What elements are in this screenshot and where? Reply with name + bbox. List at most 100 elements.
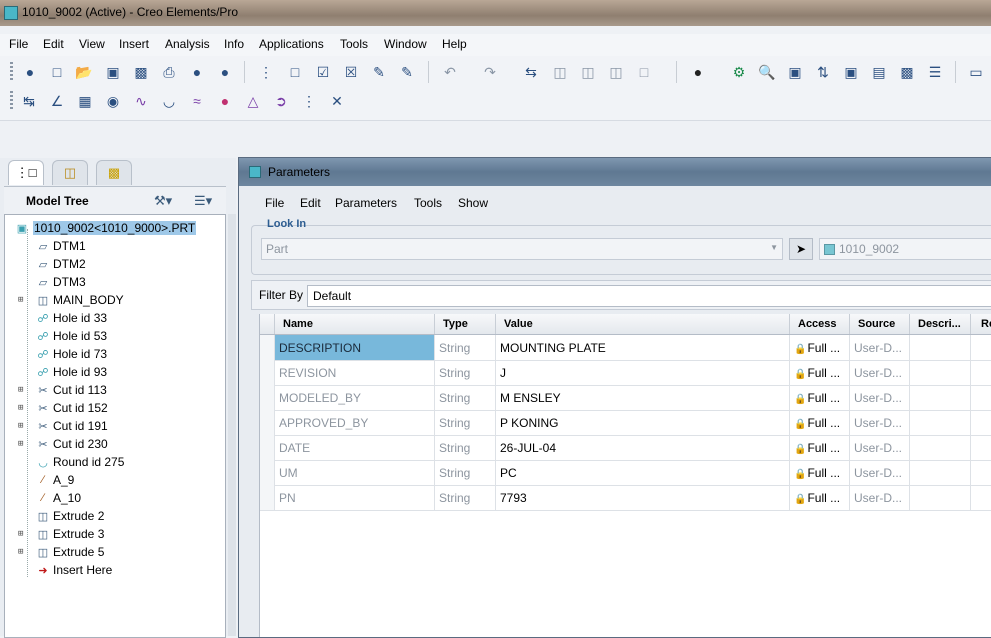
settings-icon[interactable]: ⚒▾	[154, 193, 172, 209]
favorites-tab[interactable]: ▩	[96, 160, 132, 185]
cell-type[interactable]: String	[434, 435, 495, 460]
dialog-menu-show[interactable]: Show	[458, 196, 488, 210]
menu-info[interactable]: Info	[224, 37, 244, 51]
cell-source[interactable]: User-D...	[849, 385, 909, 410]
save-copy-icon[interactable]: ▣	[103, 62, 123, 82]
mass-icon[interactable]: ◉	[103, 91, 123, 111]
cell-access[interactable]: 🔒Full ...	[789, 460, 849, 485]
cell-type[interactable]: String	[434, 460, 495, 485]
tree-item[interactable]: ▣ 1010_9002<1010_9000>.PRT	[5, 219, 223, 237]
expand-icon[interactable]: ⊞	[18, 439, 23, 449]
cell-source[interactable]: User-D...	[849, 335, 909, 360]
undo-icon[interactable]: ↶	[440, 62, 460, 82]
redo-icon[interactable]: ↷	[480, 62, 500, 82]
tree-item[interactable]: ▱ DTM2	[5, 255, 223, 273]
model-tree[interactable]: ▣ 1010_9002<1010_9000>.PRT ▱ DTM1 ▱ DTM2…	[4, 214, 226, 638]
menu-tools[interactable]: Tools	[340, 37, 368, 51]
tree-item[interactable]: ⊞ ◫ Extrude 3	[5, 525, 223, 543]
tree-item[interactable]: ⊞ ◫ MAIN_BODY	[5, 291, 223, 309]
menu-file[interactable]: File	[9, 37, 28, 51]
tree-item[interactable]: ☍ Hole id 53	[5, 327, 223, 345]
cell-value[interactable]: 26-JUL-04	[495, 435, 789, 460]
regenerate-icon[interactable]: ☒	[341, 62, 361, 82]
expand-icon[interactable]: ⊞	[18, 403, 23, 413]
cell-access[interactable]: 🔒Full ...	[789, 385, 849, 410]
cell-restricted[interactable]	[970, 360, 991, 385]
column-header-description[interactable]: Descri...	[909, 314, 970, 334]
dialog-menu-tools[interactable]: Tools	[414, 196, 442, 210]
expand-icon[interactable]: ⊞	[18, 421, 23, 431]
tree-item[interactable]: ☍ Hole id 73	[5, 345, 223, 363]
column-header-restricted[interactable]: Re	[970, 314, 991, 334]
tree-item[interactable]: ☍ Hole id 93	[5, 363, 223, 381]
wave-icon[interactable]: ≈	[187, 91, 207, 111]
cell-access[interactable]: 🔒Full ...	[789, 485, 849, 510]
tree-item[interactable]: ⊞ ✂ Cut id 191	[5, 417, 223, 435]
cell-description[interactable]	[909, 385, 970, 410]
cell-type[interactable]: String	[434, 410, 495, 435]
paste-icon[interactable]: ◫	[550, 62, 570, 82]
clipboard-icon[interactable]: ◫	[606, 62, 626, 82]
copy-icon[interactable]: ⇆	[521, 62, 541, 82]
toolbar-grip[interactable]	[10, 91, 13, 111]
tree-item[interactable]: ⊞ ✂ Cut id 230	[5, 435, 223, 453]
dialog-menu-parameters[interactable]: Parameters	[335, 196, 397, 210]
cell-access[interactable]: 🔒Full ...	[789, 360, 849, 385]
datum-icon[interactable]: ⚙	[729, 62, 749, 82]
appearance-icon[interactable]: ☰	[925, 62, 945, 82]
refs-icon[interactable]: ⋮	[299, 91, 319, 111]
cell-description[interactable]	[909, 435, 970, 460]
cell-type[interactable]: String	[434, 335, 495, 360]
cell-restricted[interactable]	[970, 385, 991, 410]
tree-item[interactable]: ☍ Hole id 33	[5, 309, 223, 327]
tree-item[interactable]: ⊞ ✂ Cut id 113	[5, 381, 223, 399]
tree-item[interactable]: ◫ Extrude 2	[5, 507, 223, 525]
look-in-object-field[interactable]: 1010_9002	[819, 238, 991, 260]
edit-icon[interactable]: ✎	[397, 62, 417, 82]
cell-type[interactable]: String	[434, 485, 495, 510]
model-tree-tab[interactable]: ⋮□	[8, 160, 44, 185]
cell-value[interactable]: PC	[495, 460, 789, 485]
send-icon[interactable]: ⎙	[159, 62, 179, 82]
cell-source[interactable]: User-D...	[849, 485, 909, 510]
surface-icon[interactable]: ◡	[159, 91, 179, 111]
cell-access[interactable]: 🔒Full ...	[789, 335, 849, 360]
cell-description[interactable]	[909, 360, 970, 385]
cell-source[interactable]: User-D...	[849, 360, 909, 385]
cell-source[interactable]: User-D...	[849, 460, 909, 485]
menu-edit[interactable]: Edit	[43, 37, 64, 51]
table-row[interactable]: UM String PC 🔒Full ... User-D...	[260, 460, 991, 486]
menu-window[interactable]: Window	[384, 37, 427, 51]
tools-icon[interactable]: ✕	[327, 91, 347, 111]
zoom-in-icon[interactable]: 🔍	[757, 62, 777, 82]
cell-restricted[interactable]	[970, 435, 991, 460]
cell-value[interactable]: J	[495, 360, 789, 385]
dialog-menu-file[interactable]: File	[265, 196, 284, 210]
manager-icon[interactable]: ✎	[369, 62, 389, 82]
filter-select[interactable]: Default	[307, 285, 991, 307]
angle-icon[interactable]: ∠	[47, 91, 67, 111]
table-row[interactable]: PN String 7793 🔒Full ... User-D...	[260, 485, 991, 511]
sphere-icon[interactable]: ●	[688, 62, 708, 82]
dialog-menu-edit[interactable]: Edit	[300, 196, 321, 210]
column-header-source[interactable]: Source	[849, 314, 909, 334]
cell-name[interactable]: PN	[274, 485, 434, 510]
new-icon[interactable]: ●	[20, 62, 40, 82]
cell-type[interactable]: String	[434, 360, 495, 385]
curve-icon[interactable]: ∿	[131, 91, 151, 111]
cell-name[interactable]: UM	[274, 460, 434, 485]
cell-type[interactable]: String	[434, 385, 495, 410]
cell-value[interactable]: P KONING	[495, 410, 789, 435]
view-manager-icon[interactable]: ▣	[841, 62, 861, 82]
menu-insert[interactable]: Insert	[119, 37, 149, 51]
menu-view[interactable]: View	[79, 37, 105, 51]
cell-restricted[interactable]	[970, 335, 991, 360]
column-header-name[interactable]: Name	[274, 314, 434, 334]
cell-access[interactable]: 🔒Full ...	[789, 410, 849, 435]
tree-scrollbar[interactable]	[228, 214, 236, 636]
select-object-button[interactable]: ➤	[789, 238, 813, 260]
window-icon[interactable]: □	[285, 62, 305, 82]
toolbar-grip[interactable]	[10, 62, 13, 82]
cell-name[interactable]: MODELED_BY	[274, 385, 434, 410]
tree-item[interactable]: ▱ DTM3	[5, 273, 223, 291]
